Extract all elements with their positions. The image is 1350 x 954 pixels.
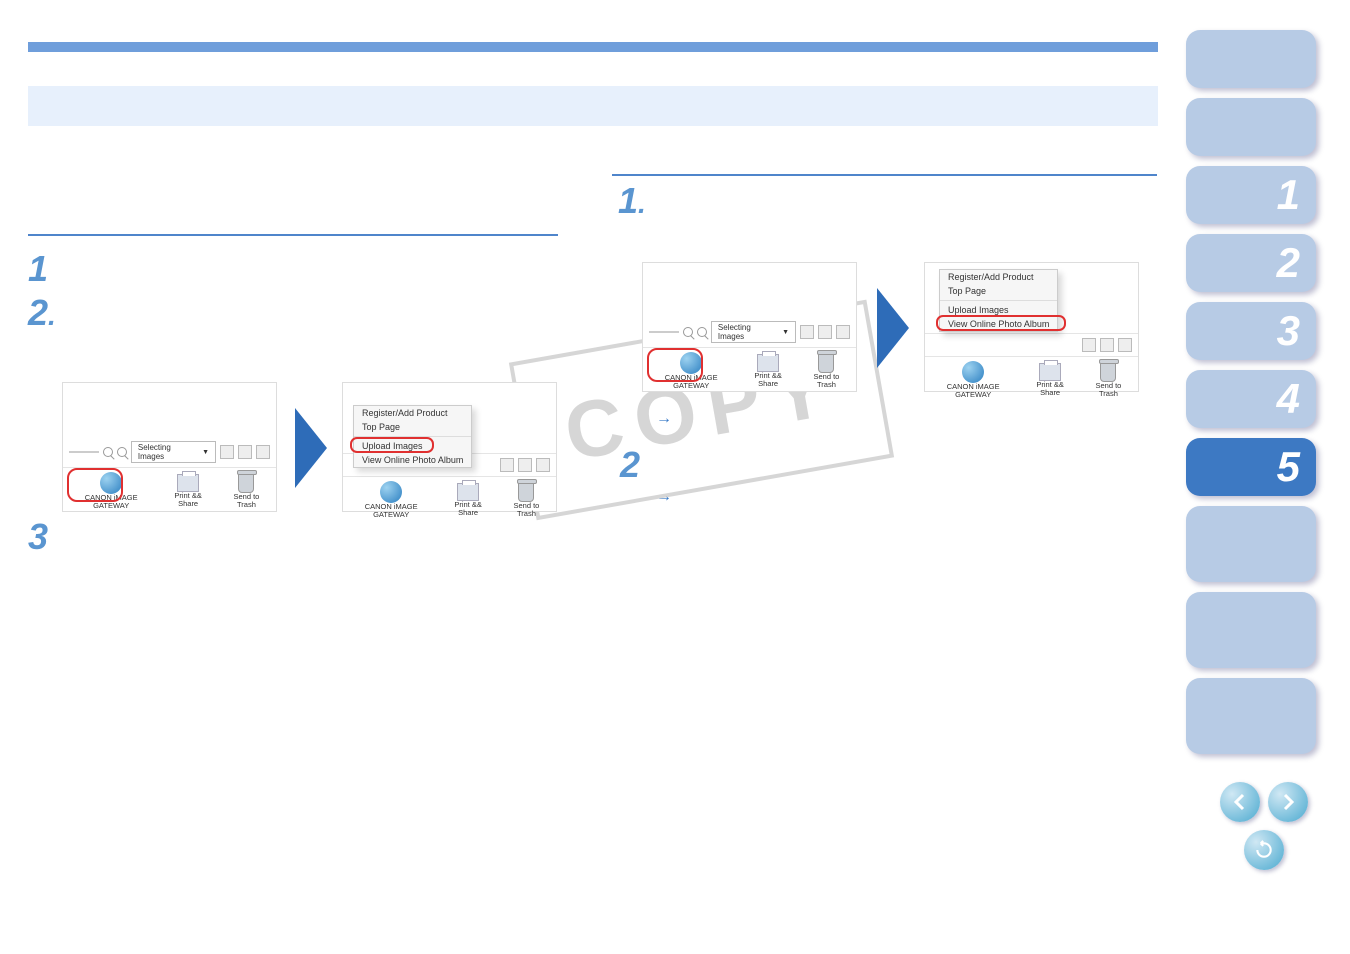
- send-to-trash-button: Send to Trash: [227, 473, 266, 510]
- highlight-ring: [647, 348, 703, 382]
- nav-tab-index[interactable]: [1186, 678, 1316, 754]
- left-step-1: 1: [28, 248, 48, 290]
- screenshot-right-b: Register/Add Product Top Page Upload Ima…: [924, 262, 1139, 392]
- screenshot-left-a: Selecting Images▼ CANON iMAGE GATEWAY Pr…: [62, 382, 277, 512]
- view-mode-icon: [256, 445, 270, 459]
- canon-gateway-button: CANON iMAGE GATEWAY: [653, 352, 729, 391]
- trash-icon: [238, 473, 254, 493]
- arrow-icon: →: [656, 410, 672, 428]
- highlight-ring: [350, 437, 434, 453]
- left-step-3: 3: [28, 516, 48, 558]
- nav-tab-5[interactable]: 5: [1186, 438, 1316, 496]
- return-icon: [1254, 840, 1274, 860]
- chevron-right-icon: [1278, 792, 1298, 812]
- view-mode-icon: [220, 445, 234, 459]
- printer-icon: [177, 474, 199, 492]
- canon-gateway-button: CANON iMAGE GATEWAY: [73, 472, 149, 511]
- prev-page-button[interactable]: [1220, 782, 1260, 822]
- zoom-in-icon: [117, 447, 127, 457]
- arrow-icon: →: [656, 488, 672, 506]
- nav-tab-4[interactable]: 4: [1186, 370, 1316, 428]
- right-step-1: 1.: [618, 180, 646, 222]
- nav-tab-pref[interactable]: [1186, 592, 1316, 668]
- nav-tab-3[interactable]: 3: [1186, 302, 1316, 360]
- selecting-images-dropdown: Selecting Images▼: [131, 441, 216, 463]
- menu-top-page: Top Page: [354, 420, 471, 434]
- sequence-arrow-icon: [295, 408, 327, 488]
- print-share-button: Print && Share: [167, 474, 209, 509]
- gateway-menu: Register/Add Product Top Page Upload Ima…: [353, 405, 472, 468]
- canon-gateway-button: CANON iMAGE GATEWAY: [353, 481, 429, 520]
- nav-tab-intro[interactable]: [1186, 30, 1316, 88]
- sequence-arrow-icon: [877, 288, 909, 368]
- print-share-button: Print && Share: [447, 483, 489, 518]
- left-step-2: 2.: [28, 292, 56, 334]
- chevron-left-icon: [1230, 792, 1250, 812]
- next-page-button[interactable]: [1268, 782, 1308, 822]
- screenshot-left-b: Register/Add Product Top Page Upload Ima…: [342, 382, 557, 512]
- section-header-band: [28, 86, 1158, 126]
- highlight-ring: [936, 315, 1066, 331]
- nav-tab-contents[interactable]: [1186, 98, 1316, 156]
- highlight-ring: [67, 468, 123, 502]
- nav-tab-1[interactable]: 1: [1186, 166, 1316, 224]
- zoom-out-icon: [103, 447, 113, 457]
- send-to-trash-button: Send to Trash: [507, 482, 546, 519]
- right-subhead-rule: [612, 174, 1157, 176]
- nav-tab-ref[interactable]: [1186, 506, 1316, 582]
- view-mode-icon: [238, 445, 252, 459]
- gateway-menu: Register/Add Product Top Page Upload Ima…: [939, 269, 1058, 332]
- back-button[interactable]: [1244, 830, 1284, 870]
- nav-tab-2[interactable]: 2: [1186, 234, 1316, 292]
- left-subhead-rule: [28, 234, 558, 236]
- right-step-2: 2: [620, 444, 640, 486]
- top-rule: [28, 42, 1158, 52]
- menu-view-album: View Online Photo Album: [354, 453, 471, 467]
- screenshot-right-a: Selecting Images▼ CANON iMAGE GATEWAY Pr…: [642, 262, 857, 392]
- menu-register: Register/Add Product: [354, 406, 471, 420]
